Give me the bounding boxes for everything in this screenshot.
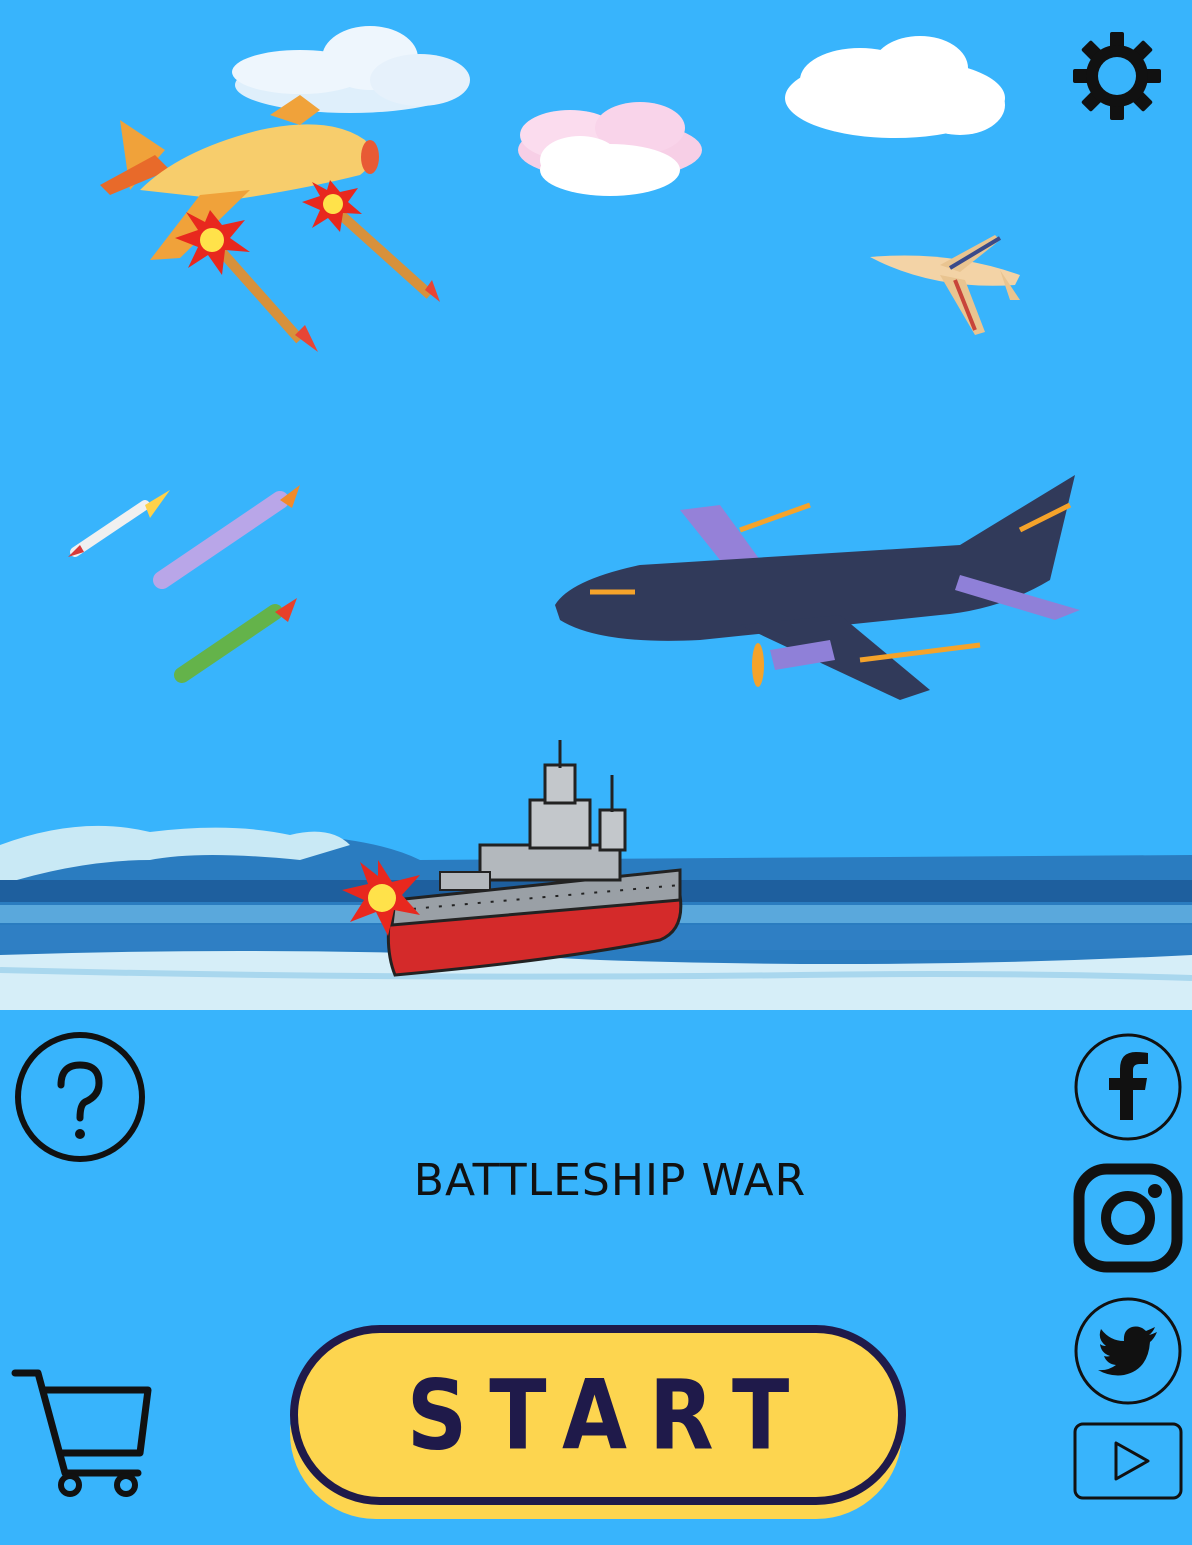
small-jet [870,235,1020,335]
start-label: START [406,1358,812,1472]
play-icon [1073,1422,1183,1500]
question-icon [15,1032,145,1162]
instagram-button[interactable] [1073,1163,1183,1273]
missile [68,490,170,557]
help-button[interactable] [13,1030,147,1164]
cloud [785,36,1005,138]
start-button[interactable]: START [290,1325,906,1521]
shop-button[interactable] [10,1365,155,1500]
gear-icon [1073,32,1161,120]
yellow-plane [100,95,440,352]
cloud [518,102,702,196]
game-title: BATTLESHIP WAR [413,1155,807,1206]
facebook-icon [1074,1033,1182,1141]
start-button-face: START [290,1325,906,1505]
cart-icon [11,1369,152,1497]
cloud [232,26,470,113]
twitter-button[interactable] [1073,1296,1183,1406]
twitter-icon [1074,1297,1182,1405]
facebook-button[interactable] [1073,1032,1183,1142]
missile [174,598,297,683]
bomber-plane [555,475,1080,700]
instagram-icon [1073,1163,1183,1273]
missile [153,485,300,589]
video-button[interactable] [1073,1422,1183,1500]
game-scene [0,26,1192,1010]
settings-button[interactable] [1073,32,1161,120]
